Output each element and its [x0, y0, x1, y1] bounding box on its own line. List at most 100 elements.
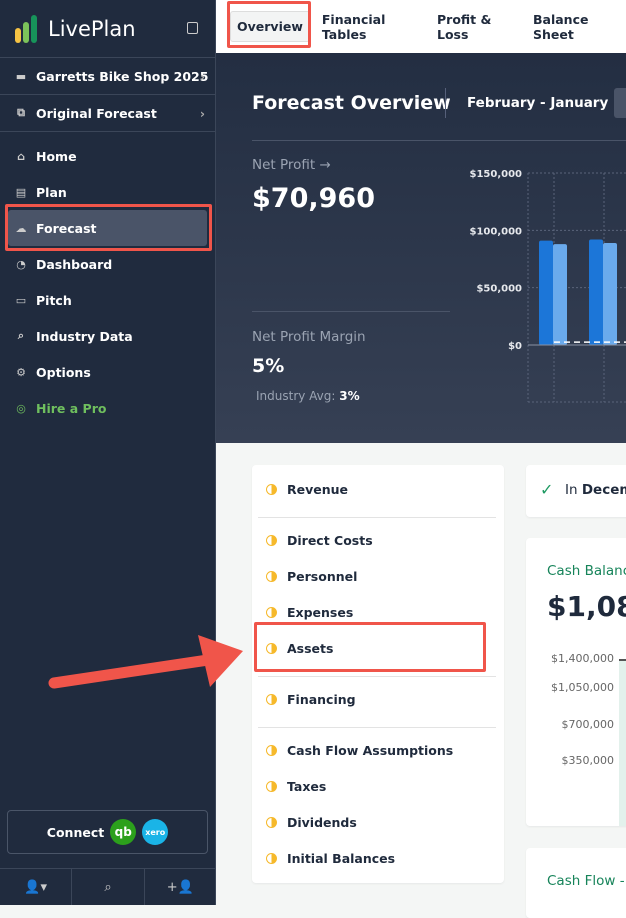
section-label: Initial Balances: [287, 851, 396, 866]
cash-flow-card: Cash Flow -: [526, 848, 626, 918]
forecast-sections-list: Revenue Direct Costs Personnel Expenses Asse…: [252, 465, 504, 883]
section-label: Dividends: [287, 815, 357, 830]
forecast-section-revenue[interactable]: Revenue: [266, 482, 348, 497]
bar[interactable]: [539, 240, 553, 345]
highlight-box: [227, 1, 311, 48]
company-name: Garretts Bike Shop 2025: [36, 68, 209, 84]
gear-icon: ⚙: [16, 365, 26, 379]
collapse-sidebar-icon[interactable]: [187, 22, 198, 34]
divider: [258, 517, 496, 518]
y-tick-label: $100,000: [469, 226, 522, 237]
forecast-section-cash-flow-assumptions[interactable]: Cash Flow Assumptions: [266, 743, 453, 758]
y-tick-label: $0: [508, 341, 522, 352]
half-complete-icon: [266, 781, 277, 792]
forecast-overview-header: Forecast Overview February - January Net…: [216, 53, 626, 443]
plan-icon: ▤: [15, 185, 27, 199]
y-tick-label: $50,000: [476, 284, 522, 295]
sidebar: LivePlan ▬ Garretts Bike Shop 2025 › ⧉ Orig…: [0, 0, 216, 905]
label: Industry Data: [36, 328, 133, 344]
xero-icon[interactable]: xero: [142, 819, 169, 845]
bar[interactable]: [589, 239, 603, 345]
cash-balance-card: Cash Balanc $1,08 $1,400,000 $1,050,000 $7…: [526, 538, 626, 826]
add-user-button[interactable]: +👤: [145, 869, 216, 905]
divider: [258, 676, 496, 677]
half-complete-icon: [266, 694, 277, 705]
period-button[interactable]: [614, 88, 626, 118]
pitch-icon: ▭: [15, 293, 27, 307]
cash-balance-value: $1,08: [547, 590, 626, 623]
y-tick-label: $150,000: [469, 169, 522, 180]
net-profit-margin-label: Net Profit Margin: [252, 329, 366, 345]
store-icon: ▬: [15, 69, 27, 83]
forecast-name: Original Forecast: [36, 105, 157, 121]
label: Hire a Pro: [36, 400, 107, 416]
forecast-section-dividends[interactable]: Dividends: [266, 815, 357, 830]
label: Pitch: [36, 292, 72, 308]
status-bold: Decem: [581, 482, 626, 498]
quickbooks-icon[interactable]: qb: [110, 819, 137, 845]
date-range[interactable]: February - January: [467, 95, 608, 111]
half-complete-icon: [266, 745, 277, 756]
section-label: Expenses: [287, 605, 354, 620]
label: Dashboard: [36, 256, 113, 272]
net-profit-chart: $150,000 $100,000 $50,000 $0: [469, 169, 626, 403]
status-text: In Decem: [565, 482, 626, 498]
net-profit-value: $70,960: [252, 183, 375, 214]
tab-balance-sheet[interactable]: Balance Sheet: [527, 5, 626, 49]
cash-flow-title[interactable]: Cash Flow -: [547, 873, 625, 889]
copy-icon: ⧉: [17, 106, 25, 119]
sidebar-item-options[interactable]: ⚙ Options: [0, 354, 215, 390]
cash-balance-title[interactable]: Cash Balanc: [547, 563, 626, 579]
connect-integrations[interactable]: Connect qb xero: [7, 810, 208, 854]
brand-name: LivePlan: [48, 16, 136, 41]
compass-icon: ◎: [16, 401, 26, 415]
section-label: Revenue: [287, 482, 349, 497]
forecast-section-personnel[interactable]: Personnel: [266, 569, 357, 584]
half-complete-icon: [266, 817, 277, 828]
tab-financial-tables[interactable]: Financial Tables: [316, 5, 425, 49]
divider: [258, 727, 496, 728]
half-complete-icon: [266, 571, 277, 582]
label: Plan: [36, 184, 67, 200]
half-complete-icon: [266, 535, 277, 546]
status-card: ✓ In Decem: [526, 465, 626, 517]
forecast-section-direct-costs[interactable]: Direct Costs: [266, 533, 373, 548]
bar[interactable]: [553, 244, 567, 345]
label: Home: [36, 148, 77, 164]
logo[interactable]: LivePlan: [0, 0, 215, 58]
cash-y-tick: $700,000: [561, 718, 615, 731]
sidebar-item-dashboard[interactable]: ◔ Dashboard: [0, 246, 215, 282]
forecast-section-initial-balances[interactable]: Initial Balances: [266, 851, 395, 866]
search-button[interactable]: ⌕: [72, 869, 145, 905]
forecast-section-taxes[interactable]: Taxes: [266, 779, 326, 794]
company-selector[interactable]: ▬ Garretts Bike Shop 2025 ›: [0, 58, 215, 95]
tab-profit-loss[interactable]: Profit & Loss: [431, 5, 521, 49]
cash-balance-area: [619, 659, 626, 826]
check-circle-icon: ✓: [540, 480, 554, 499]
forecast-section-financing[interactable]: Financing: [266, 692, 356, 707]
highlight-box: [5, 204, 212, 251]
divider: [252, 140, 626, 141]
home-icon: ⌂: [17, 149, 25, 163]
user-menu-button[interactable]: 👤▾: [0, 869, 73, 905]
bar[interactable]: [603, 242, 617, 345]
page-title: Forecast Overview: [252, 92, 451, 114]
liveplan-logo-icon: [15, 14, 37, 43]
section-label: Cash Flow Assumptions: [287, 743, 454, 758]
status-prefix: In: [565, 482, 578, 498]
sidebar-item-hire-a-pro[interactable]: ◎ Hire a Pro: [0, 390, 215, 426]
half-complete-icon: [266, 853, 277, 864]
forecast-section-expenses[interactable]: Expenses: [266, 605, 353, 620]
highlight-box: [254, 622, 486, 672]
forecast-selector[interactable]: ⧉ Original Forecast ›: [0, 95, 215, 132]
chevron-right-icon: ›: [199, 68, 205, 84]
net-profit-margin-value: 5%: [252, 355, 285, 377]
section-label: Financing: [287, 692, 356, 707]
chevron-right-icon: ›: [199, 105, 205, 121]
sidebar-item-pitch[interactable]: ▭ Pitch: [0, 282, 215, 318]
cash-y-tick: $1,050,000: [551, 681, 614, 694]
net-profit-link[interactable]: Net Profit →: [252, 157, 331, 173]
sidebar-item-home[interactable]: ⌂ Home: [0, 138, 215, 174]
section-label: Taxes: [287, 779, 327, 794]
sidebar-item-industry-data[interactable]: ⌕ Industry Data: [0, 318, 215, 354]
